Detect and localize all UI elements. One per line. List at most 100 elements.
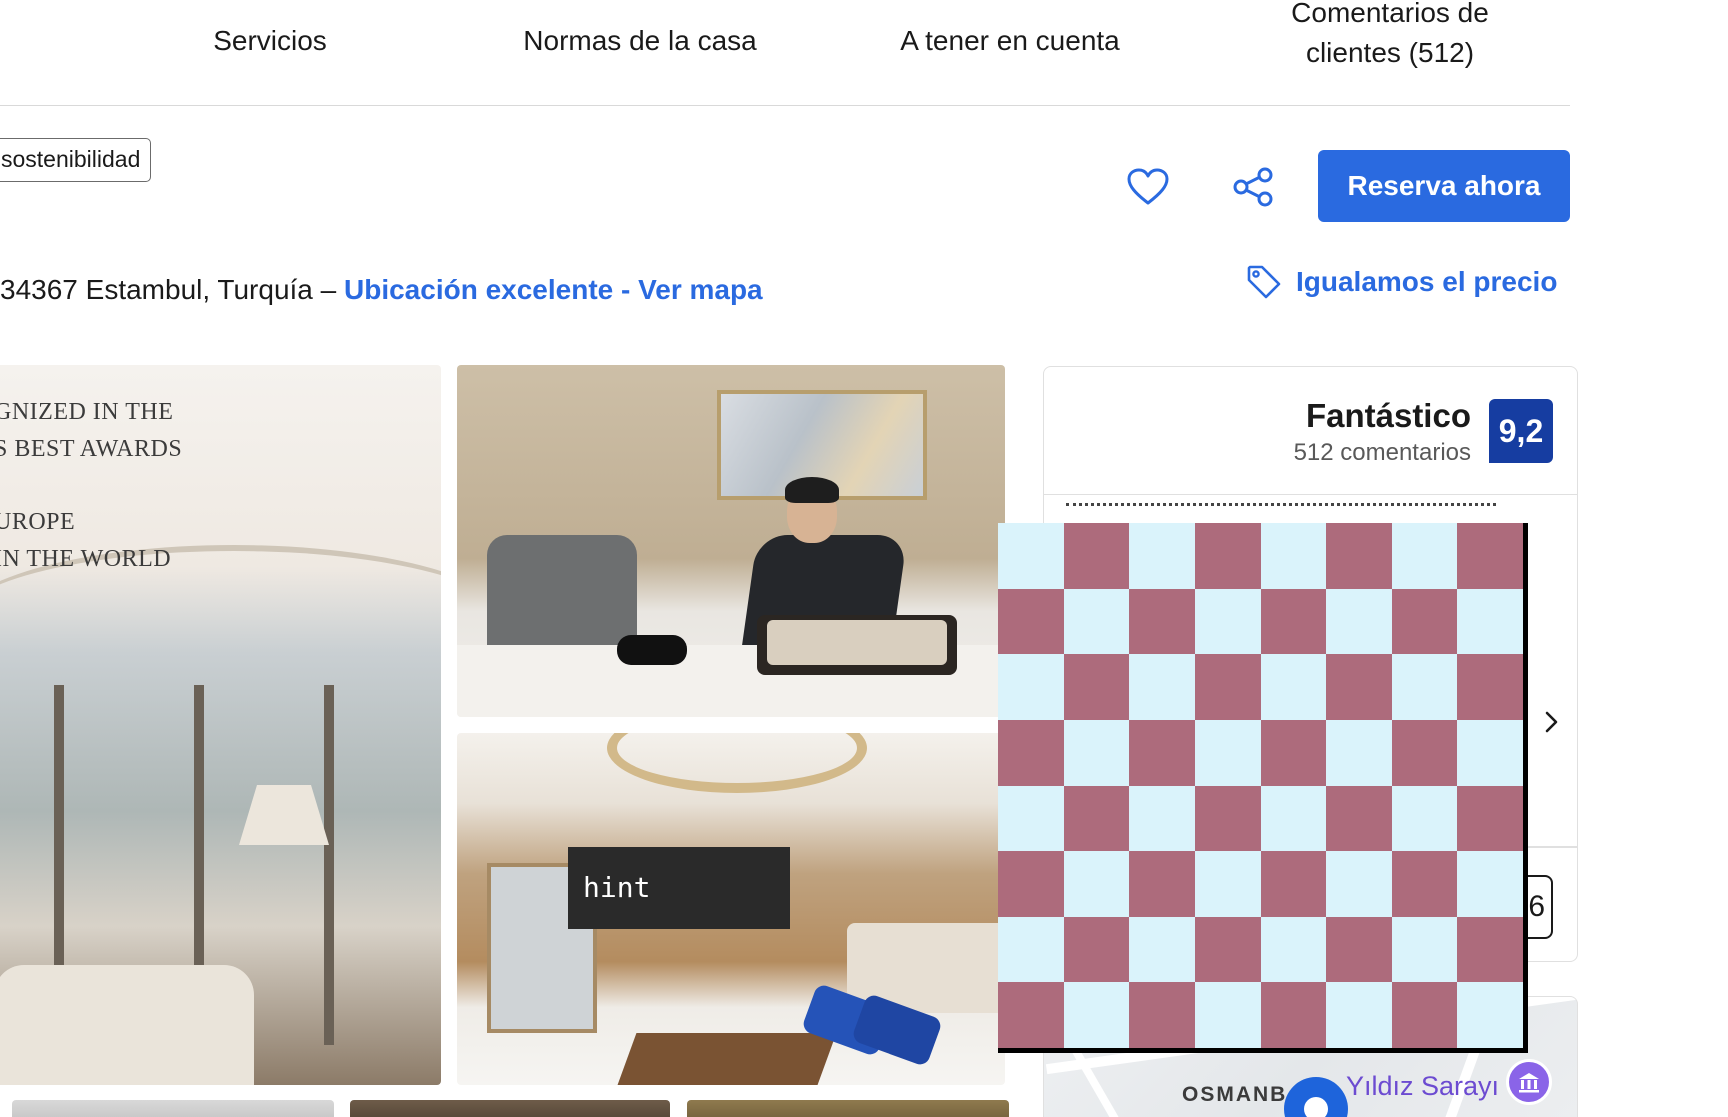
map-district-label: OSMANB <box>1182 1083 1288 1106</box>
review-count: 512 comentarios <box>1293 439 1471 466</box>
checker-cell <box>1457 654 1523 720</box>
checker-cell <box>1260 654 1327 720</box>
checker-cell <box>1391 982 1458 1048</box>
checker-cell <box>1194 916 1261 983</box>
checker-cell <box>1194 851 1261 917</box>
photo-decor <box>324 685 334 1045</box>
award-line: GNIZED IN THE <box>0 399 174 425</box>
review-snippet <box>1066 503 1496 517</box>
checker-cell <box>1260 916 1327 983</box>
checker-cell <box>1260 785 1327 852</box>
tab-a-tener-en-cuenta[interactable]: A tener en cuenta <box>880 0 1140 94</box>
checker-cell <box>1063 588 1130 655</box>
checker-cell <box>1129 785 1195 852</box>
sustainability-badge[interactable]: sostenibilidad <box>0 138 152 182</box>
checker-cell <box>1391 523 1458 589</box>
map-poi-label: Yıldız Sarayı <box>1346 1071 1500 1101</box>
checker-cell <box>1457 588 1523 655</box>
checker-cell <box>1129 916 1195 983</box>
heart-icon <box>1127 168 1169 205</box>
hint-tooltip: hint <box>568 847 790 929</box>
checkerboard-overlay <box>998 523 1528 1053</box>
checker-cell <box>1194 785 1261 852</box>
photo-decor <box>617 635 687 665</box>
carousel-next-button[interactable] <box>1532 702 1572 742</box>
checker-cell <box>1391 719 1458 786</box>
award-line: S BEST AWARDS <box>0 436 183 462</box>
checker-cell <box>1457 982 1523 1048</box>
photo-main[interactable]: GNIZED IN THE S BEST AWARDS UROPE IN THE… <box>0 365 441 1085</box>
review-rating-word: Fantástico <box>1305 397 1471 434</box>
checker-cell <box>1129 851 1195 917</box>
checker-cell <box>998 851 1064 917</box>
price-match-link[interactable]: Igualamos el precio <box>1246 264 1557 300</box>
tab-normas[interactable]: Normas de la casa <box>500 0 780 94</box>
checker-cell <box>1457 916 1523 983</box>
reserve-button[interactable]: Reserva ahora <box>1318 150 1570 222</box>
tab-label: Servicios <box>213 25 327 56</box>
price-tag-icon <box>1247 265 1281 299</box>
checker-cell <box>1129 588 1195 655</box>
checker-cell <box>1391 785 1458 852</box>
checker-cell <box>1063 916 1130 983</box>
checker-cell <box>1260 851 1327 917</box>
award-line: UROPE <box>0 509 76 535</box>
checker-cell <box>1194 588 1261 655</box>
checker-cell <box>998 719 1064 786</box>
checker-cell <box>1391 654 1458 720</box>
checker-cell <box>1063 654 1130 720</box>
tab-label: Normas de la casa <box>523 25 757 56</box>
price-match-label: Igualamos el precio <box>1296 266 1558 297</box>
checker-cell <box>1063 523 1130 589</box>
share-button[interactable] <box>1226 160 1280 214</box>
share-icon <box>1233 167 1273 207</box>
checker-cell <box>1194 654 1261 720</box>
checker-cell <box>998 588 1064 655</box>
photo-butler[interactable] <box>457 365 1005 717</box>
checker-cell <box>998 982 1064 1048</box>
checker-cell <box>998 523 1064 589</box>
tab-label: Comentarios de clientes (512) <box>1291 0 1489 68</box>
checker-cell <box>1326 785 1392 852</box>
checker-cell <box>1457 523 1523 589</box>
checker-cell <box>1457 719 1523 786</box>
checker-cell <box>1063 785 1130 852</box>
checker-cell <box>1457 851 1523 917</box>
favorite-button[interactable] <box>1121 160 1175 214</box>
tab-servicios[interactable]: Servicios <box>170 0 370 94</box>
checker-cell <box>1326 719 1392 786</box>
photo-decor <box>0 965 254 1085</box>
checker-cell <box>998 785 1064 852</box>
photo-decor <box>785 477 839 503</box>
checker-cell <box>1326 523 1392 589</box>
checker-cell <box>1063 851 1130 917</box>
hotel-location-pin <box>1284 1077 1348 1117</box>
checker-cell <box>1194 719 1261 786</box>
checker-cell <box>1326 851 1392 917</box>
checker-cell <box>1326 982 1392 1048</box>
photo-decor <box>767 620 947 665</box>
score-badge: 9,2 <box>1489 399 1553 463</box>
hotel-page: Servicios Normas de la casa A tener en c… <box>0 0 1728 1117</box>
review-header: Fantástico 512 comentarios 9,2 <box>1044 367 1577 495</box>
checker-cell <box>1260 982 1327 1048</box>
photo-decor <box>617 1033 837 1085</box>
address-text: 34367 Estambul, Turquía – <box>0 274 344 305</box>
checker-cell <box>1129 654 1195 720</box>
checker-cell <box>998 916 1064 983</box>
checker-cell <box>1260 719 1327 786</box>
photo-thumbnail[interactable] <box>687 1100 1009 1117</box>
view-map-link[interactable]: Ubicación excelente - Ver mapa <box>344 274 763 305</box>
museum-icon <box>1506 1059 1552 1105</box>
tab-comentarios[interactable]: Comentarios de clientes (512) <box>1260 0 1520 86</box>
checker-cell <box>1391 851 1458 917</box>
section-nav: Servicios Normas de la casa A tener en c… <box>0 0 1570 106</box>
checker-cell <box>1063 719 1130 786</box>
pin-dot <box>1304 1097 1328 1117</box>
photo-thumbnail[interactable] <box>12 1100 334 1117</box>
checker-cell <box>1194 523 1261 589</box>
checker-cell <box>1326 654 1392 720</box>
checker-cell <box>1129 719 1195 786</box>
checker-cell <box>1260 588 1327 655</box>
photo-thumbnail[interactable] <box>350 1100 670 1117</box>
